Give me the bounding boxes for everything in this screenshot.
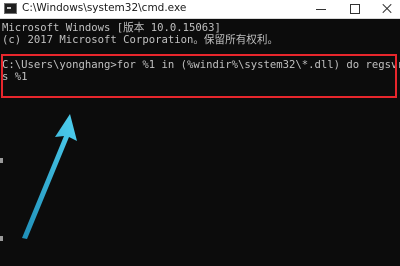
- cmd-window: C:\Windows\system32\cmd.exe Microsoft Wi…: [0, 0, 400, 266]
- annotation-arrow-icon: [22, 114, 77, 239]
- left-edge-mark: [0, 236, 3, 241]
- left-edge-mark: [0, 158, 3, 163]
